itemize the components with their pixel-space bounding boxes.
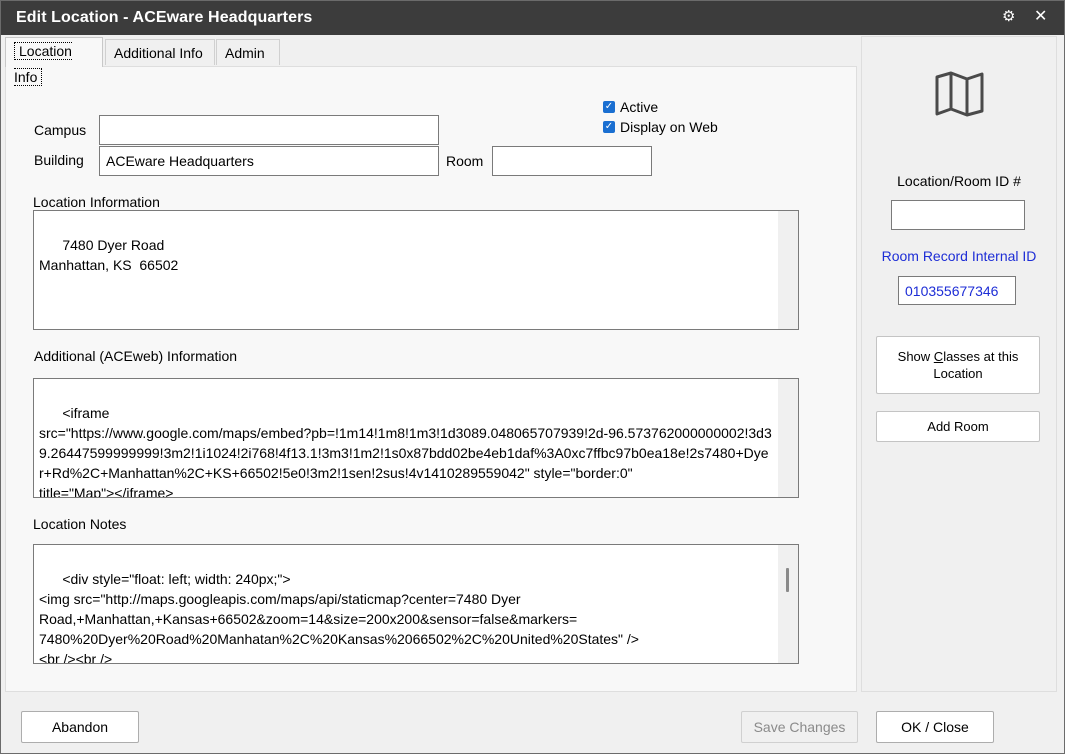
add-room-button[interactable]: Add Room [876,411,1040,442]
show-classes-line2: Location [933,366,983,381]
save-changes-button[interactable]: Save Changes [741,711,858,743]
room-input[interactable] [492,146,652,176]
room-id-label: Location/Room ID # [897,173,1021,189]
tab-admin[interactable]: Admin [216,39,280,65]
tab-label: Admin [225,45,265,61]
side-panel: Location/Room ID # Room Record Internal … [861,36,1057,692]
location-information-label: Location Information [33,194,160,210]
active-label: Active [620,99,659,115]
room-id-input[interactable] [891,200,1025,230]
gear-icon[interactable]: ⚙ [1002,9,1015,25]
building-input[interactable]: ACEware Headquarters [99,146,439,176]
additional-info-scrollbar[interactable] [778,379,798,497]
location-notes-scrollbar[interactable] [778,545,798,663]
show-classes-line1: Show Classes at this [897,349,1019,364]
title-bar: Edit Location - ACEware Headquarters ⚙ ✕ [1,1,1064,35]
location-notes-scroll-thumb[interactable] [786,568,789,592]
tab-additional-info[interactable]: Additional Info [105,39,215,65]
close-icon[interactable]: ✕ [1034,9,1047,25]
web-checkbox-row[interactable]: ✓ Display on Web [603,119,718,135]
location-info-panel: ✓ Active ✓ Display on Web Campus Buildin… [5,66,857,692]
map-icon [935,71,984,117]
campus-label: Campus [34,122,87,138]
internal-id-field: 010355677346 [898,276,1016,305]
campus-input[interactable] [99,115,439,145]
location-information-textarea[interactable]: 7480 Dyer Road Manhattan, KS 66502 [33,210,799,330]
additional-info-label: Additional (ACEweb) Information [34,348,238,364]
window-title: Edit Location - ACEware Headquarters [16,9,313,26]
edit-location-window: Edit Location - ACEware Headquarters ⚙ ✕… [0,0,1065,754]
additional-info-text: <iframe src="https://www.google.com/maps… [39,405,772,498]
room-label: Room [446,153,484,169]
ok-close-button[interactable]: OK / Close [876,711,994,743]
active-checkbox[interactable]: ✓ [603,101,615,113]
active-checkbox-row[interactable]: ✓ Active [603,99,658,115]
building-label: Building [34,152,84,168]
display-on-web-checkbox[interactable]: ✓ [603,121,615,133]
tab-label: Additional Info [114,45,203,61]
location-notes-textarea[interactable]: <div style="float: left; width: 240px;">… [33,544,799,664]
show-classes-button[interactable]: Show Classes at this Location [876,336,1040,394]
location-notes-label: Location Notes [33,516,127,532]
internal-id-label: Room Record Internal ID [881,248,1037,264]
abandon-button[interactable]: Abandon [21,711,139,743]
tab-location-info[interactable]: Location Info [5,37,103,86]
location-information-text: 7480 Dyer Road Manhattan, KS 66502 [39,237,179,273]
display-on-web-label: Display on Web [620,119,718,135]
location-notes-text: <div style="float: left; width: 240px;">… [39,571,639,664]
location-information-scrollbar[interactable] [778,211,798,329]
additional-info-textarea[interactable]: <iframe src="https://www.google.com/maps… [33,378,799,498]
